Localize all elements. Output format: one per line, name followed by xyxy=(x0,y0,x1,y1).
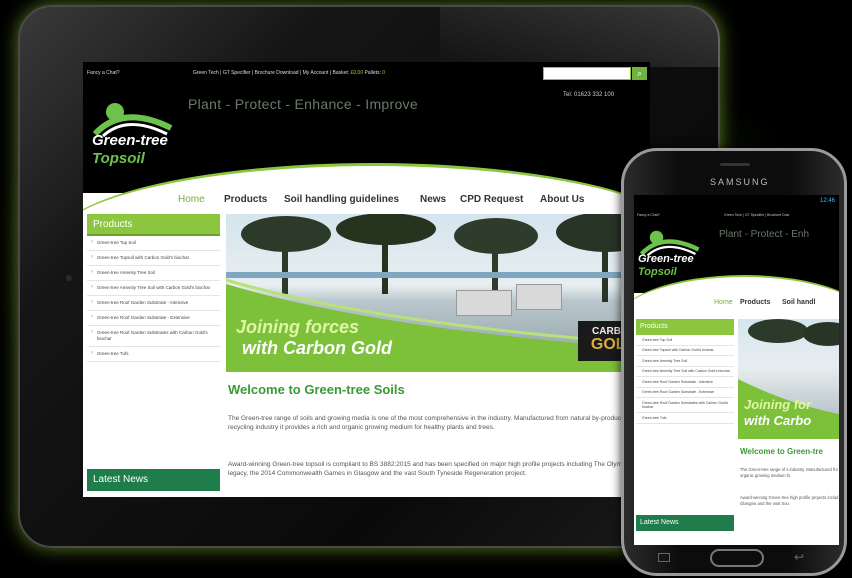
status-bar: 12:46 xyxy=(634,195,839,207)
site-header: Green-tree Topsoil Plant - Protect - Enh… xyxy=(83,88,650,243)
nav-soil-guidelines[interactable]: Soil handling guidelines xyxy=(284,194,399,205)
sidebar-item[interactable]: Green-tree Top Soil xyxy=(87,236,220,251)
sidebar-item[interactable]: Green-tree Amenity Tree Soil with Carbon… xyxy=(87,281,220,296)
phone-sidebar-item[interactable]: Green-tree Roof Garden Substrate - Inten… xyxy=(636,377,734,388)
back-icon[interactable]: ↩ xyxy=(794,550,804,564)
phone-nav-soil[interactable]: Soil handl xyxy=(782,299,815,306)
phone-nav-products[interactable]: Products xyxy=(740,299,770,306)
chat-link[interactable]: Fancy a Chat? xyxy=(87,70,120,76)
latest-news-heading[interactable]: Latest News xyxy=(87,469,220,491)
welcome-heading: Welcome to Green-tree Soils xyxy=(228,382,405,397)
intro-paragraph: The Green-tree range of soils and growin… xyxy=(228,415,645,431)
phone-top-links[interactable]: Green Tech | GT Specifier | Brochure Dow xyxy=(724,213,789,217)
sidebar-item[interactable]: Green-tree Roof Garden Substrate - Inten… xyxy=(87,296,220,311)
phone-brand: SAMSUNG xyxy=(710,177,770,187)
hero-subheading: with Carbon Gold xyxy=(242,338,392,358)
top-links-text[interactable]: Green Tech | GT Specifier | Brochure Dow… xyxy=(193,70,351,76)
tagline: Plant - Protect - Enhance - Improve xyxy=(188,96,418,112)
telephone: Tel: 01623 332 100 xyxy=(563,92,615,98)
pallets-label: Pallets: xyxy=(363,70,383,76)
phone-chat-link[interactable]: Fancy a Chat? xyxy=(637,213,660,217)
phone-sidebar-item[interactable]: Green-tree Roof Garden Substrates with C… xyxy=(636,398,734,413)
home-button[interactable] xyxy=(710,549,764,567)
phone-award-paragraph: Award-winning Green-tree high profile pr… xyxy=(740,495,839,506)
main-nav: Home Products Soil handling guidelines N… xyxy=(83,190,650,210)
phone-sidebar-item[interactable]: Green-tree Top Soil xyxy=(636,335,734,346)
phone-header: Green-tree Topsoil Plant - Protect - Enh xyxy=(634,223,839,325)
phone-sidebar-item[interactable]: Green-tree Tufs xyxy=(636,413,734,424)
phone-sidebar-item[interactable]: Green-tree Amenity Tree Soil xyxy=(636,356,734,367)
phone-device: SAMSUNG 12:46 Fancy a Chat? Green Tech |… xyxy=(621,148,847,576)
search-icon[interactable]: ⌕ xyxy=(632,67,647,80)
tablet-screen: Fancy a Chat? Green Tech | GT Specifier … xyxy=(83,62,650,497)
tablet-gloss xyxy=(440,7,720,67)
hero-heading: Joining forces xyxy=(236,317,360,337)
logo-subtext[interactable]: Topsoil xyxy=(92,150,145,167)
phone-top-bar: Fancy a Chat? Green Tech | GT Specifier … xyxy=(634,207,839,223)
phone-latest-news[interactable]: Latest News xyxy=(636,515,734,531)
phone-sidebar-title: Products xyxy=(636,319,734,335)
phone-sidebar-item[interactable]: Green-tree Amenity Tree Soil with Carbon… xyxy=(636,367,734,377)
nav-cpd-request[interactable]: CPD Request xyxy=(460,194,523,205)
search-input[interactable] xyxy=(543,67,631,80)
sidebar-item[interactable]: Green-tree Tufs xyxy=(87,347,220,362)
phone-logo-subtext[interactable]: Topsoil xyxy=(638,266,677,278)
pallets-value: 0 xyxy=(382,70,386,76)
phone-hero-banner[interactable]: Joining for with Carbo xyxy=(738,319,839,439)
menu-button[interactable] xyxy=(658,553,670,562)
phone-sidebar-item[interactable]: Green-tree Topsoil with Carbon Gold's bi… xyxy=(636,346,734,356)
phone-sidebar: Products Green-tree Top Soil Green-tree … xyxy=(636,319,734,424)
tablet-device: Fancy a Chat? Green Tech | GT Specifier … xyxy=(18,5,720,548)
hero-banner[interactable]: Joining forces with Carbon Gold CARBON G… xyxy=(226,214,650,372)
award-paragraph: Award-winning Green-tree topsoil is comp… xyxy=(228,461,646,477)
sidebar-item[interactable]: Green-tree Roof Garden Substrate - Exten… xyxy=(87,311,220,326)
top-bar: Fancy a Chat? Green Tech | GT Specifier … xyxy=(83,62,650,88)
top-links[interactable]: Green Tech | GT Specifier | Brochure Dow… xyxy=(193,70,385,76)
phone-tagline: Plant - Protect - Enh xyxy=(719,229,810,240)
sidebar-item[interactable]: Green-tree Amenity Tree Soil xyxy=(87,266,220,281)
nav-home[interactable]: Home xyxy=(178,194,205,205)
sidebar-title: Products xyxy=(87,214,220,236)
phone-earpiece xyxy=(720,163,750,166)
phone-screen: 12:46 Fancy a Chat? Green Tech | GT Spec… xyxy=(634,195,839,545)
logo-text[interactable]: Green-tree xyxy=(92,132,168,149)
phone-nav-home[interactable]: Home xyxy=(714,299,733,306)
phone-hero-heading: Joining for xyxy=(744,397,812,412)
phone-logo-text[interactable]: Green-tree xyxy=(638,253,694,265)
phone-intro-paragraph: The Green-tree range of s industry. Manu… xyxy=(740,467,838,478)
nav-about-us[interactable]: About Us xyxy=(540,194,584,205)
phone-sidebar-item[interactable]: Green-tree Roof Garden Substrate - Exten… xyxy=(636,388,734,398)
phone-hardware-buttons: ↩ xyxy=(624,549,844,573)
phone-hero-subheading: with Carbo xyxy=(744,413,812,428)
products-sidebar: Products Green-tree Top Soil Green-tree … xyxy=(87,214,220,497)
sidebar-item[interactable]: Green-tree Topsoil with Carbon Gold's bi… xyxy=(87,251,220,266)
phone-welcome-heading: Welcome to Green-tre xyxy=(740,447,823,456)
sidebar-item[interactable]: Green-tree Roof Garden Substrates with C… xyxy=(87,326,220,347)
nav-products[interactable]: Products xyxy=(224,194,267,205)
tablet-camera xyxy=(66,275,72,281)
nav-news[interactable]: News xyxy=(420,194,446,205)
basket-value: £0.00 xyxy=(350,70,364,76)
